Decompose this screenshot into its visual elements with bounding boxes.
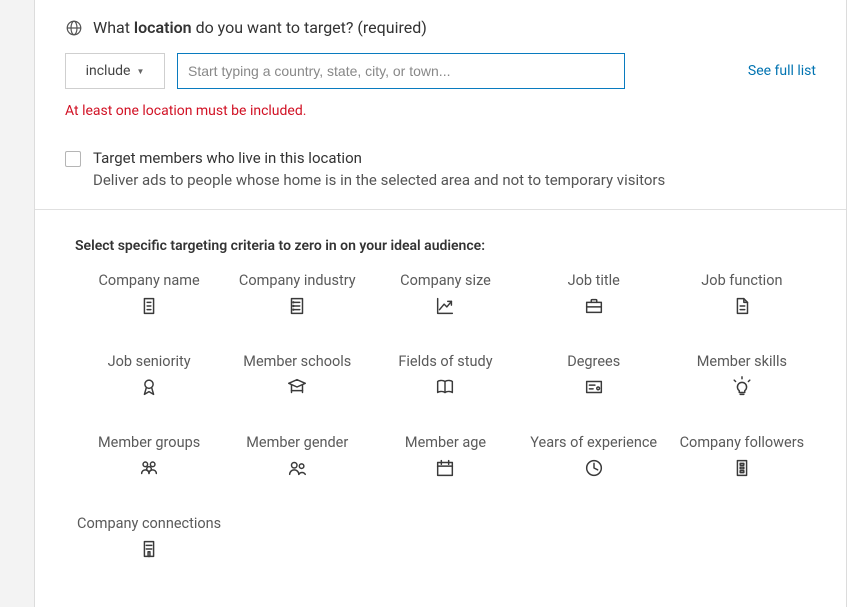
chevron-down-icon: ▼: [136, 67, 144, 76]
clock-icon: [583, 457, 605, 479]
criteria-item-label: Member skills: [697, 353, 787, 370]
criteria-item-company-size[interactable]: Company size: [371, 272, 519, 317]
criteria-item-fields-of-study[interactable]: Fields of study: [371, 353, 519, 398]
document-icon: [731, 295, 753, 317]
calendar-icon: [434, 457, 456, 479]
medal-icon: [138, 376, 160, 398]
criteria-item-label: Member schools: [243, 353, 351, 370]
location-section: What location do you want to target? (re…: [35, 0, 846, 210]
location-input[interactable]: [177, 53, 625, 89]
criteria-item-label: Member groups: [98, 434, 200, 451]
criteria-item-label: Company connections: [77, 515, 221, 532]
include-dropdown[interactable]: include ▼: [65, 53, 165, 89]
criteria-item-member-skills[interactable]: Member skills: [668, 353, 816, 398]
criteria-item-label: Fields of study: [398, 353, 492, 370]
group-icon: [138, 457, 160, 479]
criteria-heading: Select specific targeting criteria to ze…: [75, 238, 816, 254]
criteria-item-label: Company industry: [239, 272, 356, 289]
criteria-item-member-gender[interactable]: Member gender: [223, 434, 371, 479]
criteria-item-label: Years of experience: [530, 434, 657, 451]
list-doc-icon: [286, 295, 308, 317]
criteria-item-label: Company size: [400, 272, 491, 289]
criteria-item-label: Member gender: [246, 434, 348, 451]
building-icon: [138, 295, 160, 317]
criteria-item-company-connections[interactable]: Company connections: [75, 515, 223, 560]
criteria-item-label: Company name: [98, 272, 199, 289]
criteria-item-member-schools[interactable]: Member schools: [223, 353, 371, 398]
criteria-item-job-seniority[interactable]: Job seniority: [75, 353, 223, 398]
location-question: What location do you want to target? (re…: [93, 18, 427, 37]
criteria-item-years-of-experience[interactable]: Years of experience: [520, 434, 668, 479]
criteria-item-label: Job title: [568, 272, 620, 289]
criteria-item-company-industry[interactable]: Company industry: [223, 272, 371, 317]
people-icon: [286, 457, 308, 479]
see-full-list-link[interactable]: See full list: [748, 63, 816, 79]
globe-icon: [65, 19, 83, 37]
location-error: At least one location must be included.: [65, 103, 816, 119]
book-icon: [434, 376, 456, 398]
criteria-item-company-followers[interactable]: Company followers: [668, 434, 816, 479]
school-icon: [286, 376, 308, 398]
criteria-item-label: Job seniority: [108, 353, 191, 370]
main-panel: What location do you want to target? (re…: [35, 0, 847, 607]
bulb-icon: [731, 376, 753, 398]
live-location-sub: Deliver ads to people whose home is in t…: [93, 171, 665, 189]
left-gutter: [0, 0, 35, 607]
chart-icon: [434, 295, 456, 317]
criteria-item-job-title[interactable]: Job title: [520, 272, 668, 317]
criteria-section: Select specific targeting criteria to ze…: [35, 210, 846, 580]
criteria-item-label: Job function: [701, 272, 782, 289]
criteria-item-label: Member age: [405, 434, 486, 451]
criteria-item-job-function[interactable]: Job function: [668, 272, 816, 317]
include-dropdown-label: include: [86, 63, 131, 79]
criteria-item-label: Degrees: [567, 353, 620, 370]
building3-icon: [138, 538, 160, 560]
criteria-item-member-groups[interactable]: Member groups: [75, 434, 223, 479]
criteria-item-degrees[interactable]: Degrees: [520, 353, 668, 398]
building2-icon: [731, 457, 753, 479]
live-location-label: Target members who live in this location: [93, 149, 665, 167]
criteria-item-company-name[interactable]: Company name: [75, 272, 223, 317]
criteria-item-label: Company followers: [680, 434, 805, 451]
live-location-checkbox[interactable]: [65, 151, 81, 167]
criteria-item-member-age[interactable]: Member age: [371, 434, 519, 479]
certificate-icon: [583, 376, 605, 398]
briefcase-icon: [583, 295, 605, 317]
